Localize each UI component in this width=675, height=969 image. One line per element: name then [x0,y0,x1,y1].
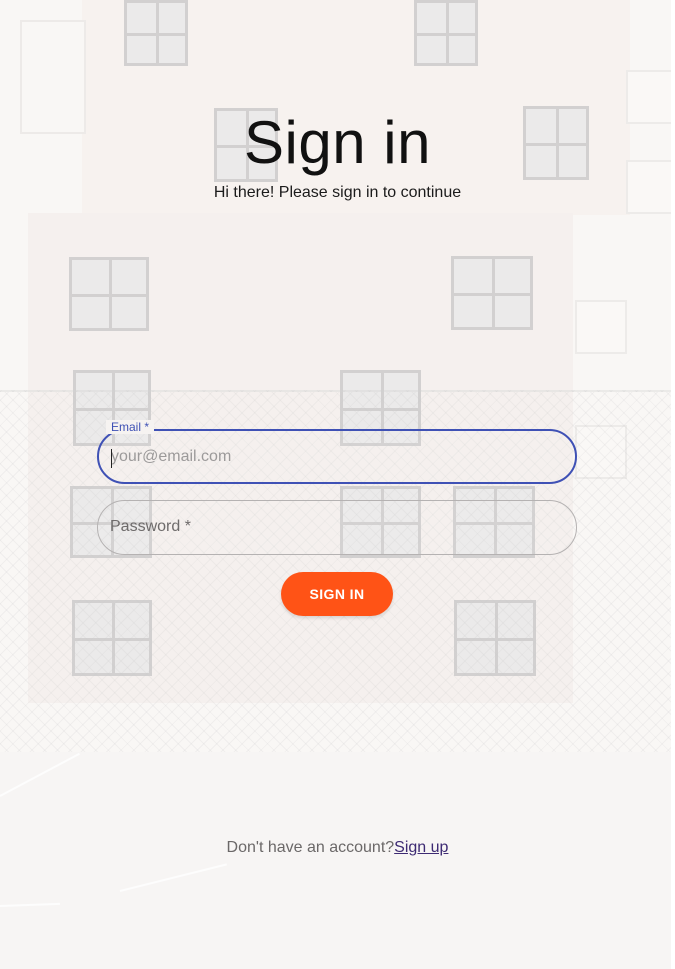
sign-in-button[interactable]: SIGN IN [281,572,393,616]
sign-in-form-container: Sign in Hi there! Please sign in to cont… [0,0,675,969]
sign-in-page: Sign in Hi there! Please sign in to cont… [0,0,675,969]
email-field[interactable] [97,429,577,484]
email-label: Email * [106,420,155,434]
page-title: Sign in [244,109,431,176]
password-label: Password * [110,518,191,535]
password-field[interactable]: Password * [97,500,577,555]
signup-prompt: Don't have an account?Sign up [0,839,675,857]
text-cursor [111,449,112,468]
signup-prompt-text: Don't have an account? [226,839,395,856]
email-input[interactable] [111,431,551,482]
sign-up-link[interactable]: Sign up [394,839,448,856]
page-subtitle: Hi there! Please sign in to continue [213,184,462,201]
